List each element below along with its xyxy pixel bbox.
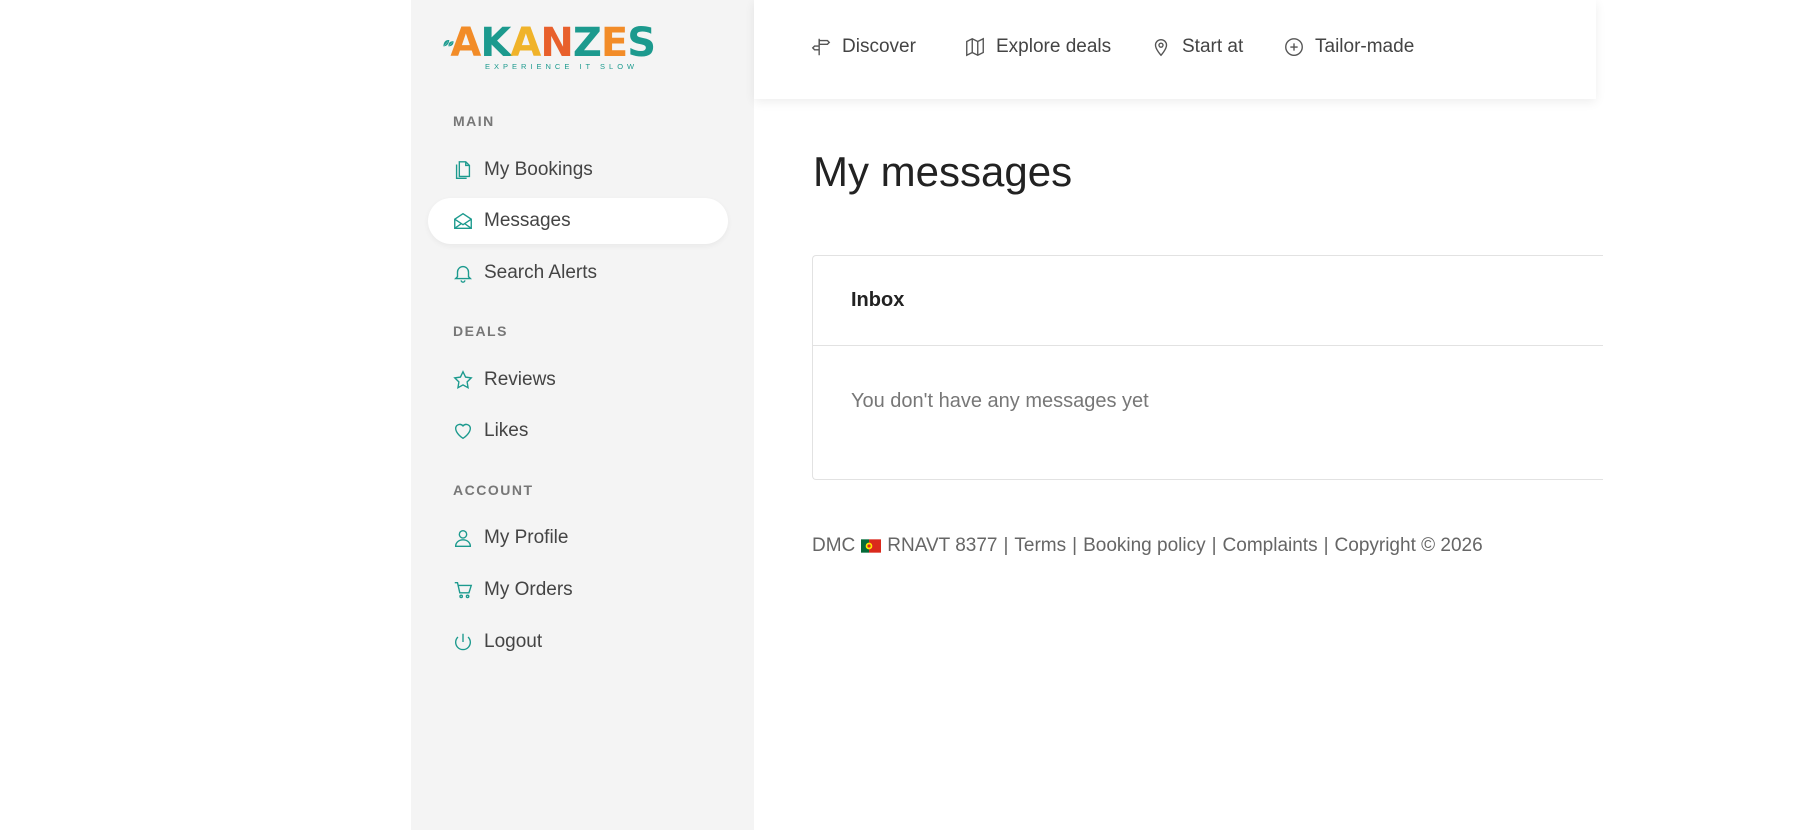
inbox-empty-message: You don't have any messages yet [851,390,1149,412]
sidebar-item-my-profile[interactable]: My Profile [428,515,728,561]
heart-icon [452,420,474,442]
sidebar-item-label: Messages [484,210,571,231]
user-icon [452,527,474,549]
footer-separator: | [1323,535,1329,556]
nav-label: Tailor-made [1315,36,1415,57]
nav-label: Start at [1182,36,1244,57]
nav-label: Explore deals [996,36,1112,57]
brand-tagline: EXPERIENCE IT SLOW [485,62,639,71]
footer-separator: | [1211,535,1217,556]
sidebar-item-label: My Orders [484,579,573,600]
sidebar: AKANZES EXPERIENCE IT SLOW MAIN My Booki… [411,0,754,830]
sidebar-item-reviews[interactable]: Reviews [428,357,728,403]
nav-label: Discover [842,36,916,57]
footer-link-booking-policy[interactable]: Booking policy [1083,535,1206,557]
brand-wordmark: AKANZES [450,20,656,66]
footer-separator: | [1072,535,1078,556]
nav-tailor-made[interactable]: Tailor-made [1283,36,1414,58]
sidebar-item-label: My Profile [484,527,569,548]
nav-discover[interactable]: Discover [810,36,916,58]
inbox-card: Inbox You don't have any messages yet [812,255,1603,480]
sidebar-item-messages[interactable]: Messages [428,198,728,244]
portugal-flag-icon [861,539,882,553]
footer-separator: | [1003,535,1009,556]
footer-dmc: DMC [812,535,856,556]
signpost-icon [810,36,832,58]
nav-start-at[interactable]: Start at [1150,36,1243,58]
sidebar-item-label: Logout [484,631,543,652]
section-label-deals: DEALS [453,323,508,339]
documents-icon [452,159,474,181]
footer-copyright: Copyright © 2026 [1334,535,1483,556]
map-pin-icon [1150,36,1172,58]
footer: DMC RNAVT 8377 | Terms | Booking policy … [812,535,1483,557]
map-icon [964,36,986,58]
power-icon [452,631,474,653]
sidebar-item-label: Search Alerts [484,262,597,283]
sidebar-item-likes[interactable]: Likes [428,408,728,454]
sidebar-item-my-orders[interactable]: My Orders [428,567,728,613]
sidebar-item-my-bookings[interactable]: My Bookings [428,147,728,193]
footer-link-complaints[interactable]: Complaints [1223,535,1318,557]
nav-explore-deals[interactable]: Explore deals [964,36,1111,58]
brand-logo[interactable]: AKANZES EXPERIENCE IT SLOW [443,20,656,78]
sidebar-item-label: My Bookings [484,159,593,180]
sidebar-item-search-alerts[interactable]: Search Alerts [428,250,728,296]
section-label-main: MAIN [453,113,495,129]
top-navbar: Discover Explore deals Start at Tailor-m… [754,0,1596,99]
inbox-header: Inbox [813,256,1603,346]
bell-icon [452,262,474,284]
page-title: My messages [813,148,1073,195]
sidebar-item-logout[interactable]: Logout [428,619,728,665]
envelope-open-icon [452,210,474,232]
plus-circle-icon [1283,36,1305,58]
cart-icon [452,579,474,601]
footer-registration: RNAVT 8377 [887,535,998,556]
footer-link-terms[interactable]: Terms [1014,535,1066,557]
section-label-account: ACCOUNT [453,482,534,498]
star-icon [452,369,474,391]
sidebar-item-label: Reviews [484,369,556,390]
sidebar-item-label: Likes [484,420,529,441]
